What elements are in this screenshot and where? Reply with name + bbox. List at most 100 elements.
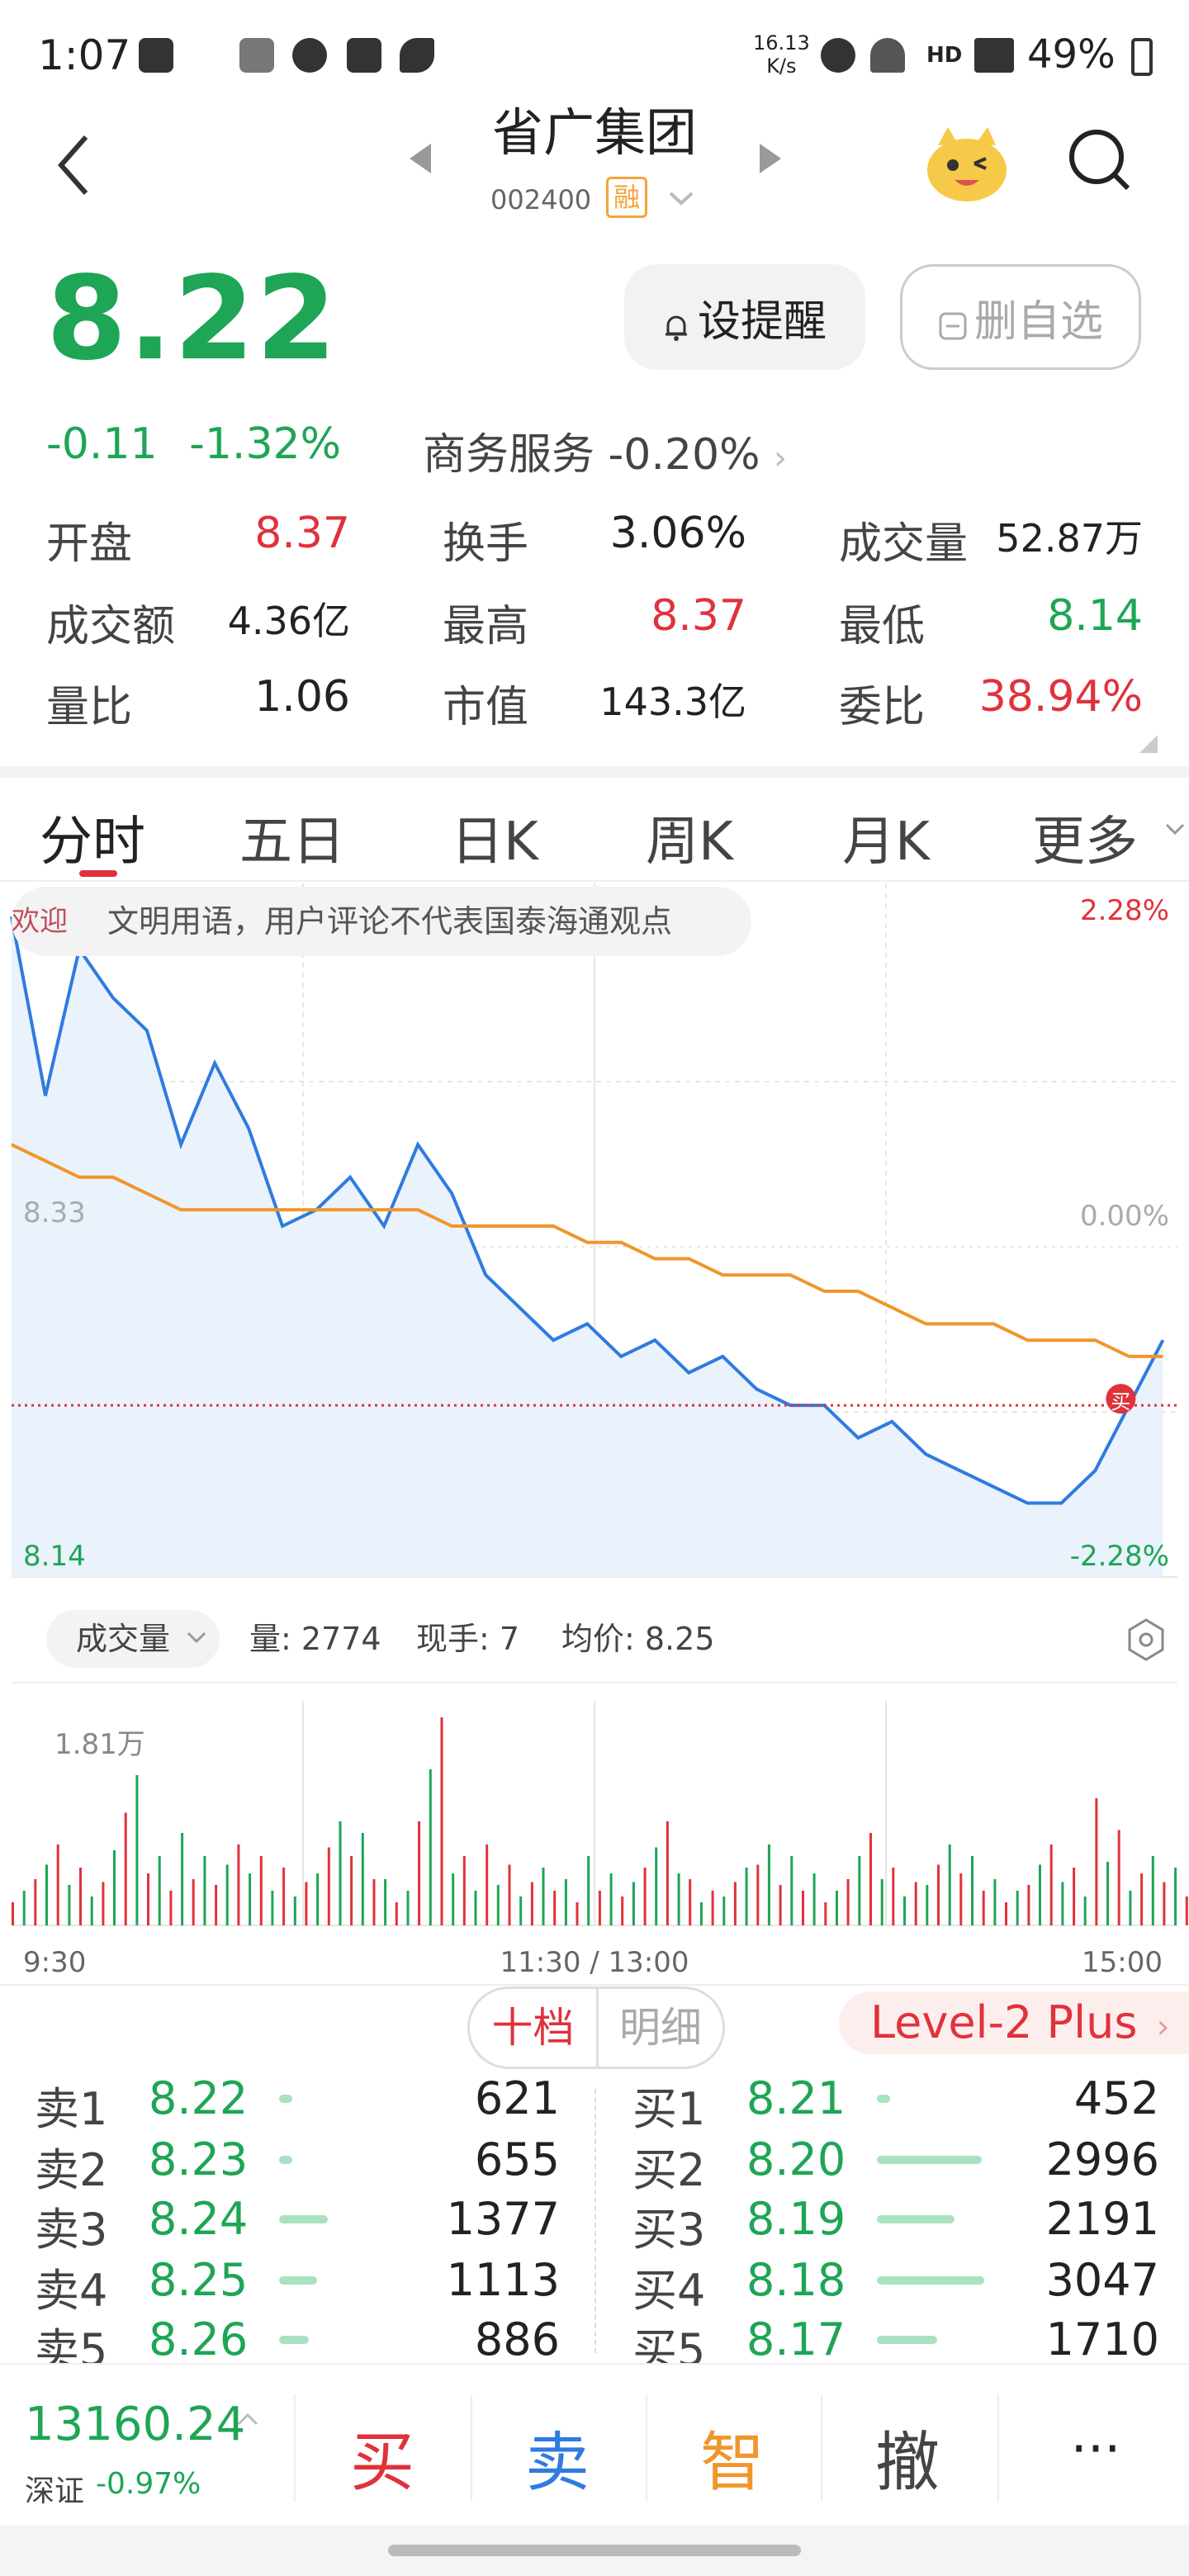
s-app-icon [139,38,173,73]
expand-corner-icon[interactable] [1139,735,1158,753]
tab-4[interactable]: 周K [646,799,733,875]
action-divider [821,2394,822,2502]
chevron-right-icon: › [1156,2008,1170,2046]
volume-bar [271,1891,274,1925]
volume-bar [496,1885,500,1925]
volume-bar [225,1864,229,1925]
volume-bar [756,1864,760,1925]
sell-level-volume: 655 [474,2133,560,2185]
volume-bar [530,1882,533,1925]
stat-label: 成交额 [46,602,176,651]
volume-bar [598,1891,601,1925]
volume-bar [1039,1864,1041,1925]
status-time: 1:07 [38,31,131,79]
buy-volume-bar [877,2156,983,2164]
volume-bar [361,1833,364,1925]
intraday-chart[interactable]: 买8.528.338.142.28%0.00%-2.28%成交量量: 2774现… [0,883,1189,1990]
volume-bar [1129,1891,1132,1925]
sell-level-row[interactable]: 卖1 8.22 621 [35,2072,596,2135]
volume-bar [982,1891,985,1925]
sell-level-row[interactable]: 卖4 8.25 1113 [35,2254,596,2317]
next-stock-icon[interactable] [755,142,784,175]
industry-link[interactable]: 商务服务 -0.20% › [423,419,787,481]
more-chevron-icon[interactable] [1164,821,1186,837]
tab-5[interactable]: 月K [842,799,930,875]
buy-level-row[interactable]: 买2 8.20 2996 [632,2133,1189,2196]
wifi-icon [870,38,905,73]
sell-level-price: 8.23 [149,2133,249,2185]
level2-plus-button[interactable]: Level-2 Plus › [839,1991,1189,2054]
pct-min-label: -2.28% [1070,1540,1169,1573]
stat-value: 38.94% [978,672,1143,722]
stat-value: 52.87万 [996,516,1143,561]
buy-volume-bar [877,2276,984,2285]
home-indicator[interactable] [388,2545,801,2556]
alarm-icon [821,38,855,73]
volume-bar [158,1856,161,1925]
more-button[interactable]: ··· [1050,2419,1141,2480]
tab-2[interactable]: 五日 [239,799,345,875]
chevron-down-icon[interactable] [667,188,695,208]
tab-ten-levels[interactable]: 十档 [470,1989,599,2067]
buy-level-label: 买1 [632,2083,706,2135]
sell-level-price: 8.25 [149,2254,249,2306]
volume-bar [79,1868,82,1925]
volume-bar [733,1882,737,1925]
volume-bar [926,1885,929,1925]
volume-bar [169,1891,173,1925]
buy-level-row[interactable]: 买1 8.21 452 [632,2072,1189,2135]
set-alert-label: 设提醒 [697,296,827,347]
order-book-toggle[interactable]: 十档 明细 [467,1986,725,2069]
tab-6[interactable]: 更多 [1032,799,1138,875]
remove-watchlist-button[interactable]: 删自选 [900,264,1141,370]
volume-bar [802,1891,804,1925]
volume-bar [1049,1844,1053,1925]
volume-bar [779,1885,782,1925]
buy-level-price: 8.20 [746,2133,846,2185]
sell-button[interactable]: 卖 [512,2411,603,2503]
tab-1[interactable]: 分时 [40,799,145,875]
time-end-label: 15:00 [1082,1946,1163,1979]
volume-selector-label: 成交量 [76,1621,170,1657]
notice-text: 文明用语，用户评论不代表国泰海通观点 [107,903,673,940]
sell-level-row[interactable]: 卖3 8.24 1377 [35,2193,596,2256]
stock-code: 002400 [490,184,592,215]
volume-bar [689,1879,692,1925]
index-ticker[interactable]: 13160.24 深证 -0.97% [0,2365,289,2526]
volume-bar [293,1896,296,1925]
volume-bar [508,1864,511,1925]
tab-3[interactable]: 日K [451,799,538,875]
volume-bar [542,1868,545,1925]
volume-bar [745,1868,748,1925]
hd-icon: HD [926,43,963,68]
tab-details[interactable]: 明细 [599,1989,722,2067]
tabs-divider [0,880,1189,882]
pct-max-label: 2.28% [1080,894,1169,927]
volume-bar [959,1873,963,1925]
volume-bar [519,1896,523,1925]
sell-level-row[interactable]: 卖2 8.23 655 [35,2133,596,2196]
sell-level-price: 8.24 [149,2193,249,2245]
buy-button[interactable]: 买 [337,2411,428,2503]
volume-bar [68,1885,71,1925]
sell-level-volume: 621 [474,2072,560,2124]
search-icon[interactable] [1065,122,1135,197]
buy-marker-label: 买 [1111,1390,1130,1413]
comment-notice-banner[interactable]: 欢迎 文明用语，用户评论不代表国泰海通观点 [12,887,751,956]
volume-bar [711,1891,714,1925]
volume-bar [892,1868,895,1925]
volume-bar [452,1873,455,1925]
volume-bar [1163,1882,1166,1925]
buy-level-label: 买3 [632,2204,706,2256]
stat-label: 最低 [839,602,926,651]
buy-level-row[interactable]: 买3 8.19 2191 [632,2193,1189,2256]
mascot-icon[interactable] [921,122,1012,205]
sell-volume-bar [279,2336,310,2344]
buy-level-row[interactable]: 买4 8.18 3047 [632,2254,1189,2317]
set-alert-button[interactable]: 设提醒 [624,264,865,370]
volume-bar [971,1856,973,1925]
stat-label: 委比 [839,683,926,732]
cancel-order-button[interactable]: 撤 [862,2411,953,2503]
smart-button[interactable]: 智 [687,2411,778,2503]
volume-bar [249,1873,252,1925]
